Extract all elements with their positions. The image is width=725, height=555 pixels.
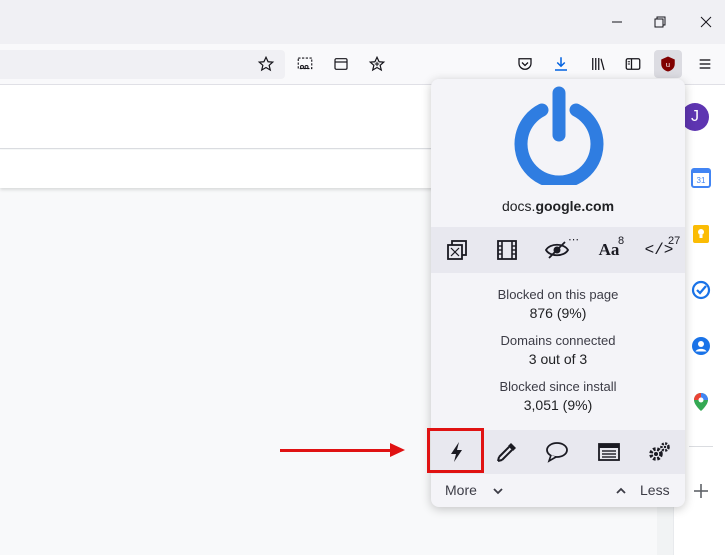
stat-label-install: Blocked since install [499,379,617,394]
downloads-icon[interactable] [547,50,575,78]
annotation-arrow [280,449,392,452]
annotation-arrow-head [390,443,405,457]
dashboard-icon[interactable] [644,439,674,465]
reader-view-icon[interactable] [327,50,355,78]
cosmetic-filter-count: ⋯ [568,234,579,246]
domain-label: docs.google.com [431,198,685,214]
popup-header: docs.google.com [431,79,685,227]
add-icon[interactable] [689,479,713,503]
remote-fonts-count: 8 [618,235,625,247]
minimize-button[interactable] [603,8,631,36]
stat-value-domains: 3 out of 3 [528,351,588,367]
stat-value-install: 3,051 (9%) [523,397,593,413]
svg-text:u: u [666,60,670,69]
close-button[interactable] [692,8,720,36]
javascript-count: 27 [668,235,681,247]
keep-icon[interactable] [689,222,713,246]
stat-value-page: 876 (9%) [529,305,587,321]
side-panel-divider [689,446,713,447]
tasks-icon[interactable] [689,278,713,302]
maps-icon[interactable] [689,390,713,414]
screenshot-icon[interactable] [291,50,319,78]
stat-label-page: Blocked on this page [497,287,619,302]
stat-label-domains: Domains connected [500,333,616,348]
avatar[interactable]: J [681,103,709,131]
bookmark-star-icon[interactable] [252,50,280,78]
power-button[interactable] [511,85,607,189]
ublock-icon[interactable]: u [654,50,682,78]
more-less-row: More Less [431,474,685,507]
pocket-icon[interactable] [511,50,539,78]
calendar-day: 31 [697,176,706,185]
restore-button[interactable] [646,8,674,36]
per-site-switches: ⋯ Aa 8 </> 27 [431,227,685,273]
popup-blocker-icon[interactable] [442,237,472,263]
picker-icon[interactable] [492,439,522,465]
logger-icon[interactable] [594,439,624,465]
domain-prefix: docs. [501,198,536,214]
less-button[interactable]: Less [640,482,670,498]
bookmark-add-icon[interactable] [363,50,391,78]
contacts-icon[interactable] [689,334,713,358]
media-blocker-icon[interactable] [492,237,522,263]
more-button[interactable]: More [445,482,477,498]
remote-fonts-label: Aa [598,240,620,259]
sidebar-icon[interactable] [619,50,647,78]
library-icon[interactable] [584,50,612,78]
hamburger-menu-icon[interactable] [691,50,719,78]
chevron-up-icon[interactable] [615,484,627,502]
report-icon[interactable] [542,439,572,465]
calendar-icon[interactable]: 31 [689,166,713,190]
browser-window: u 876 J 31 [0,0,725,555]
chevron-down-icon[interactable] [492,484,504,502]
url-bar[interactable] [0,50,285,79]
zapper-highlight-box [427,428,484,473]
title-bar [0,0,725,44]
domain-main: google.com [535,198,615,214]
